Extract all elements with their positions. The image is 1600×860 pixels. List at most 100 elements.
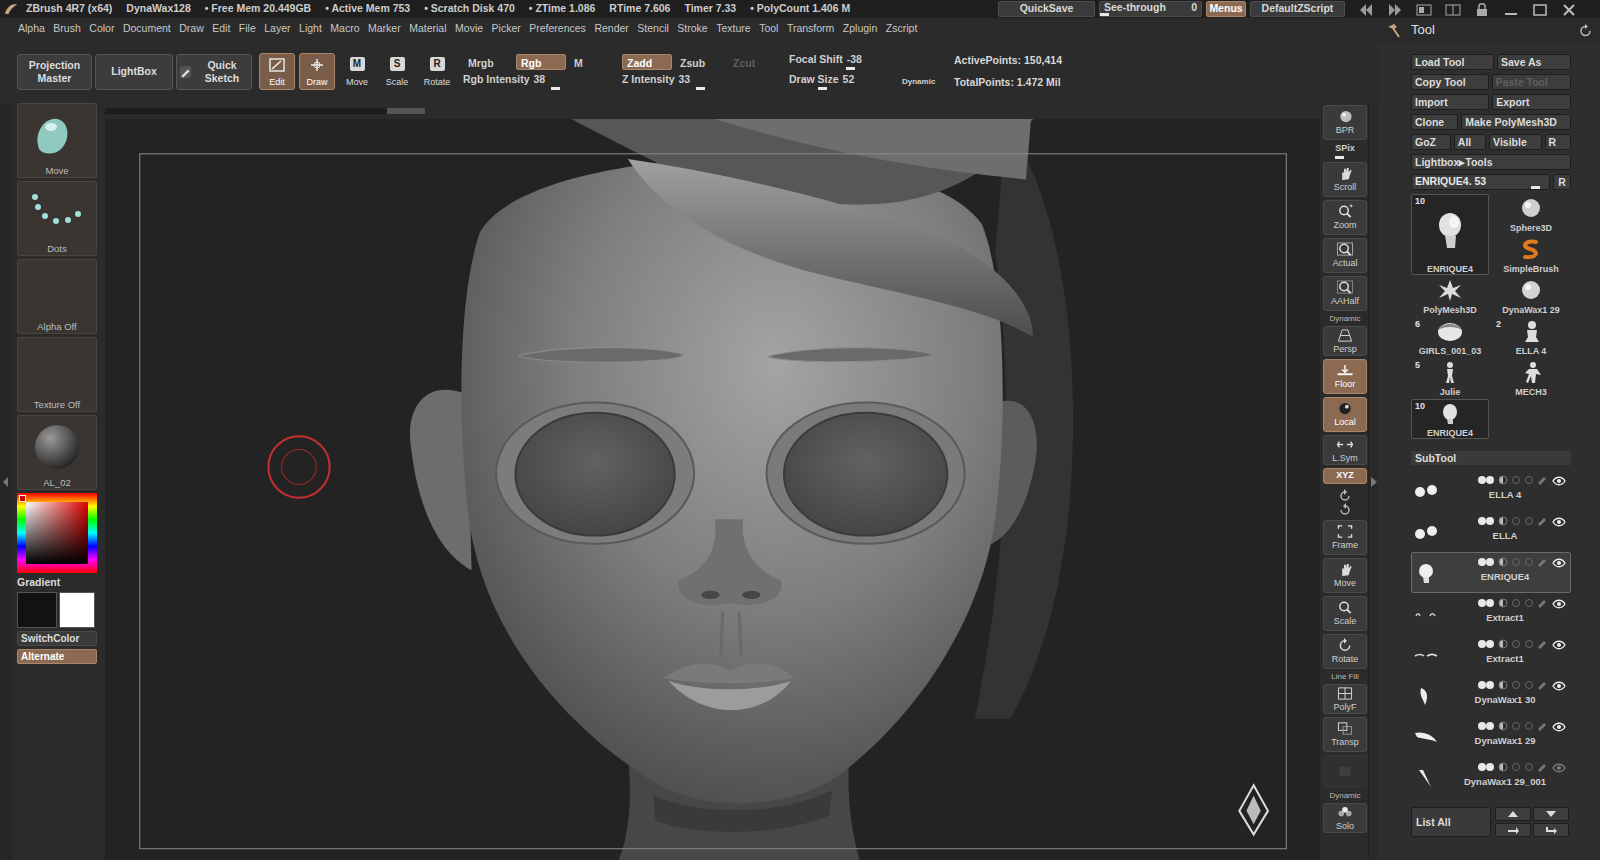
- reset-panel-button[interactable]: [1579, 22, 1592, 39]
- menu-item[interactable]: Preferences: [529, 21, 586, 37]
- dynamic-toggle[interactable]: Dynamic: [902, 76, 935, 88]
- lock-button[interactable]: [1471, 0, 1493, 17]
- menu-item[interactable]: Document: [123, 21, 171, 37]
- view-button[interactable]: Solo: [1323, 803, 1367, 833]
- slider-track[interactable]: [1100, 13, 1201, 16]
- view-button[interactable]: Frame: [1323, 520, 1367, 555]
- mode-label[interactable]: Edit: [269, 78, 285, 88]
- tool-thumbnail[interactable]: 5Julie: [1411, 358, 1489, 398]
- button-label[interactable]: Scale: [1334, 617, 1357, 626]
- view-button[interactable]: Zoom: [1323, 200, 1367, 235]
- button-label[interactable]: Actual: [1332, 259, 1357, 268]
- subtool-row[interactable]: DynaWax1 30: [1411, 675, 1571, 716]
- subtool-row[interactable]: Extract1: [1411, 634, 1571, 675]
- slider-track[interactable]: [789, 87, 894, 90]
- color-swatch[interactable]: [59, 592, 95, 628]
- spix-slider[interactable]: SPix: [1323, 143, 1367, 159]
- menu-item[interactable]: Texture: [716, 21, 750, 37]
- color-swatch[interactable]: [17, 592, 57, 628]
- button-label[interactable]: L.Sym: [1332, 454, 1358, 463]
- shelf-button[interactable]: LightBox: [95, 54, 173, 90]
- tool-thumbnail[interactable]: MECH3: [1492, 358, 1570, 398]
- close-button[interactable]: [1558, 0, 1580, 17]
- slider-track[interactable]: [789, 67, 941, 70]
- menu-item[interactable]: Color: [89, 21, 114, 37]
- mode-label[interactable]: Move: [346, 78, 368, 88]
- restore-button[interactable]: [1529, 0, 1551, 17]
- visibility-toggle[interactable]: [1552, 472, 1566, 489]
- mode-toggle[interactable]: M: [569, 54, 619, 70]
- tool-button[interactable]: Copy Tool: [1411, 74, 1489, 90]
- mode-button[interactable]: RRotate: [419, 53, 455, 90]
- slider-track[interactable]: [463, 87, 619, 90]
- visibility-toggle[interactable]: [1552, 759, 1566, 776]
- view-button[interactable]: Rotate: [1323, 634, 1367, 669]
- menu-item[interactable]: Render: [594, 21, 628, 37]
- tool-button[interactable]: Clone: [1411, 114, 1458, 130]
- button-label[interactable]: Persp: [1333, 345, 1357, 354]
- tool-button[interactable]: R: [1545, 134, 1571, 150]
- tool-button[interactable]: Make PolyMesh3D: [1461, 114, 1571, 130]
- tool-thumbnail[interactable]: 10ENRIQUE4: [1411, 194, 1489, 275]
- slider-track[interactable]: [1323, 156, 1367, 159]
- color-picker[interactable]: [17, 493, 97, 573]
- subtool-row[interactable]: ELLA 4: [1411, 470, 1571, 511]
- mode-toggle[interactable]: Zsub: [675, 54, 725, 70]
- mode-label[interactable]: Draw: [306, 78, 327, 88]
- tool-slider[interactable]: ENRIQUE4. 53: [1411, 174, 1550, 190]
- menu-item[interactable]: Zplugin: [843, 21, 877, 37]
- forward-button[interactable]: [1384, 0, 1406, 17]
- alpha-slot[interactable]: Alpha Off: [17, 259, 97, 334]
- menus-toggle[interactable]: Menus: [1206, 1, 1246, 17]
- minimize-button[interactable]: [1500, 0, 1522, 17]
- brush-slot[interactable]: Move: [17, 103, 97, 178]
- mode-toggle[interactable]: Rgb: [516, 54, 566, 70]
- button-label[interactable]: Floor: [1335, 380, 1356, 389]
- view-button[interactable]: Actual: [1323, 238, 1367, 273]
- arrow-up-button[interactable]: [1495, 807, 1531, 821]
- layout-button[interactable]: [1413, 0, 1435, 17]
- slider-knob[interactable]: [1100, 13, 1109, 16]
- tool-button[interactable]: Load Tool: [1411, 54, 1494, 70]
- texture-slot[interactable]: Texture Off: [17, 337, 97, 412]
- reset-button[interactable]: R: [1553, 174, 1571, 190]
- arrow-turn-button[interactable]: [1533, 823, 1569, 837]
- slider-track[interactable]: [1412, 186, 1549, 189]
- view-button[interactable]: Local: [1323, 397, 1367, 432]
- mode-button[interactable]: SScale: [379, 53, 415, 90]
- tool-thumbnail[interactable]: 6GIRLS_001_03: [1411, 317, 1489, 357]
- visibility-toggle[interactable]: [1552, 554, 1566, 571]
- menu-item[interactable]: Draw: [179, 21, 204, 37]
- material-slot[interactable]: AL_02: [17, 415, 97, 490]
- menu-item[interactable]: Movie: [455, 21, 483, 37]
- subtool-row[interactable]: ENRIQUE4: [1411, 552, 1571, 593]
- visibility-toggle[interactable]: [1552, 677, 1566, 694]
- arrow-right-button[interactable]: [1495, 823, 1531, 837]
- tool-button[interactable]: Import: [1411, 94, 1489, 110]
- view-button[interactable]: BPR: [1323, 105, 1367, 140]
- lightbox-tools-button[interactable]: Lightbox▸Tools: [1411, 154, 1571, 170]
- mode-button[interactable]: MMove: [339, 53, 375, 90]
- menu-item[interactable]: Brush: [53, 21, 80, 37]
- menu-item[interactable]: Macro: [330, 21, 359, 37]
- visibility-toggle[interactable]: [1552, 718, 1566, 735]
- mode-label[interactable]: Rotate: [424, 78, 451, 88]
- view-button[interactable]: PolyF: [1323, 684, 1367, 714]
- subtool-row[interactable]: ELLA: [1411, 511, 1571, 552]
- mode-button[interactable]: Edit: [259, 53, 295, 90]
- menu-item[interactable]: Stroke: [677, 21, 707, 37]
- tool-thumbnail[interactable]: PolyMesh3D: [1411, 276, 1489, 316]
- sculpt-viewport[interactable]: [105, 119, 1320, 860]
- slider-knob[interactable]: [846, 67, 855, 70]
- color-square[interactable]: [26, 502, 88, 564]
- slider-knob[interactable]: [1335, 156, 1344, 159]
- tool-thumbnail[interactable]: SimpleBrush: [1492, 235, 1570, 275]
- subtool-row[interactable]: DynaWax1 29: [1411, 716, 1571, 757]
- tool-button[interactable]: Save As: [1497, 54, 1571, 70]
- shelf-button[interactable]: Quick Sketch: [176, 54, 252, 90]
- button-label[interactable]: BPR: [1336, 126, 1355, 135]
- button-label[interactable]: Move: [1334, 579, 1356, 588]
- menu-item[interactable]: Tool: [759, 21, 778, 37]
- button-label[interactable]: LightBox: [111, 65, 157, 77]
- mode-toggle[interactable]: Zadd: [622, 54, 672, 70]
